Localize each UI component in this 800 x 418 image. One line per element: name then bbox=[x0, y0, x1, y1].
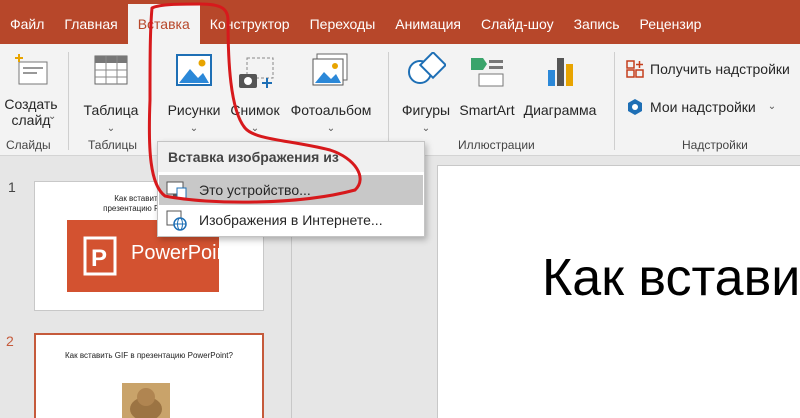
new-slide-button[interactable]: Создать слайд ⌄ bbox=[0, 52, 62, 128]
group-label-slides: Слайды bbox=[6, 138, 51, 152]
dropdown-header: Вставка изображения из bbox=[158, 142, 424, 172]
group-label-illustrations: Иллюстрации bbox=[458, 138, 535, 152]
tab-record[interactable]: Запись bbox=[564, 4, 630, 44]
chevron-down-icon: ⌄ bbox=[250, 123, 260, 134]
new-slide-label-1: Создать bbox=[4, 96, 58, 112]
slide-number-2: 2 bbox=[6, 333, 14, 349]
photo-album-button[interactable]: Фотоальбом ⌄ bbox=[286, 52, 376, 134]
online-pictures-icon bbox=[166, 210, 187, 231]
smartart-icon bbox=[471, 58, 504, 87]
device-icon bbox=[166, 181, 187, 199]
pictures-label: Рисунки bbox=[167, 102, 221, 118]
table-button[interactable]: Таблица ⌄ bbox=[78, 52, 144, 134]
tab-insert[interactable]: Вставка bbox=[127, 4, 200, 44]
my-addins-icon bbox=[628, 99, 642, 115]
slide-number-1: 1 bbox=[8, 179, 16, 195]
menu-item-this-device[interactable]: Это устройство... bbox=[159, 175, 423, 205]
pictures-button[interactable]: Рисунки ⌄ bbox=[160, 52, 228, 134]
separator bbox=[614, 52, 615, 150]
chevron-down-icon: ⌄ bbox=[189, 123, 199, 134]
chevron-down-icon: ⌄ bbox=[326, 123, 336, 134]
new-slide-icon bbox=[15, 54, 48, 85]
menu-item-online-pictures-label: Изображения в Интернете... bbox=[199, 212, 383, 228]
screenshot-icon bbox=[239, 57, 274, 88]
chart-button[interactable]: Диаграмма bbox=[518, 52, 602, 118]
group-label-tables: Таблицы bbox=[88, 138, 138, 152]
my-addins-button[interactable]: Мои надстройки ⌄ bbox=[626, 98, 776, 116]
tab-slideshow[interactable]: Слайд-шоу bbox=[471, 4, 564, 44]
chevron-down-icon: ⌄ bbox=[106, 123, 116, 134]
shapes-label: Фигуры bbox=[401, 102, 451, 118]
insert-picture-dropdown: Вставка изображения из Это устройство...… bbox=[157, 141, 425, 237]
powerpoint-logo-text: PowerPoint bbox=[131, 242, 234, 264]
shapes-icon bbox=[408, 52, 446, 84]
photo-album-label: Фотоальбом bbox=[290, 102, 372, 118]
cat-image-icon bbox=[122, 383, 170, 418]
main-slide-title[interactable]: Как встави bbox=[542, 248, 800, 308]
shapes-button[interactable]: Фигуры ⌄ bbox=[396, 52, 456, 134]
group-label-addins: Надстройки bbox=[682, 138, 748, 152]
screenshot-label: Снимок bbox=[230, 102, 280, 118]
main-slide-canvas[interactable]: Как встави bbox=[437, 165, 800, 418]
chart-icon bbox=[548, 58, 573, 86]
smartart-label: SmartArt bbox=[459, 102, 515, 118]
tab-review[interactable]: Рецензир bbox=[630, 4, 712, 44]
tab-transitions[interactable]: Переходы bbox=[300, 4, 386, 44]
tab-file[interactable]: Файл bbox=[0, 4, 54, 44]
ribbon: Создать слайд ⌄ Таблица ⌄ Рисунки ⌄ Сним… bbox=[0, 44, 800, 156]
separator bbox=[68, 52, 69, 150]
tab-design[interactable]: Конструктор bbox=[200, 4, 300, 44]
chevron-down-icon: ⌄ bbox=[421, 123, 431, 134]
get-addins-button[interactable]: Получить надстройки bbox=[626, 60, 790, 78]
menu-item-this-device-label: Это устройство... bbox=[199, 182, 311, 198]
photo-album-icon bbox=[312, 53, 348, 86]
picture-icon bbox=[176, 54, 212, 86]
table-icon bbox=[94, 55, 128, 85]
chart-label: Диаграмма bbox=[523, 102, 597, 118]
tab-home[interactable]: Главная bbox=[54, 4, 127, 44]
get-addins-label: Получить надстройки bbox=[650, 61, 790, 77]
separator bbox=[388, 52, 389, 150]
smartart-button[interactable]: SmartArt bbox=[456, 52, 518, 118]
slide-thumbnail-2[interactable]: Как вставить GIF в презентацию PowerPoin… bbox=[34, 333, 264, 418]
menu-item-online-pictures[interactable]: Изображения в Интернете... bbox=[159, 205, 423, 235]
powerpoint-icon: P bbox=[83, 236, 117, 276]
tab-animations[interactable]: Анимация bbox=[385, 4, 471, 44]
ribbon-tab-bar: Файл Главная Вставка Конструктор Переход… bbox=[0, 0, 800, 44]
svg-text:P: P bbox=[91, 245, 107, 272]
chevron-down-icon: ⌄ bbox=[48, 111, 57, 122]
chevron-down-icon: ⌄ bbox=[767, 101, 777, 112]
screenshot-button[interactable]: Снимок ⌄ bbox=[226, 52, 284, 134]
store-icon bbox=[626, 60, 644, 78]
table-label: Таблица bbox=[83, 102, 139, 118]
separator bbox=[150, 52, 151, 150]
my-addins-label: Мои надстройки bbox=[650, 99, 756, 115]
thumb2-title: Как вставить GIF в презентацию PowerPoin… bbox=[65, 351, 233, 360]
